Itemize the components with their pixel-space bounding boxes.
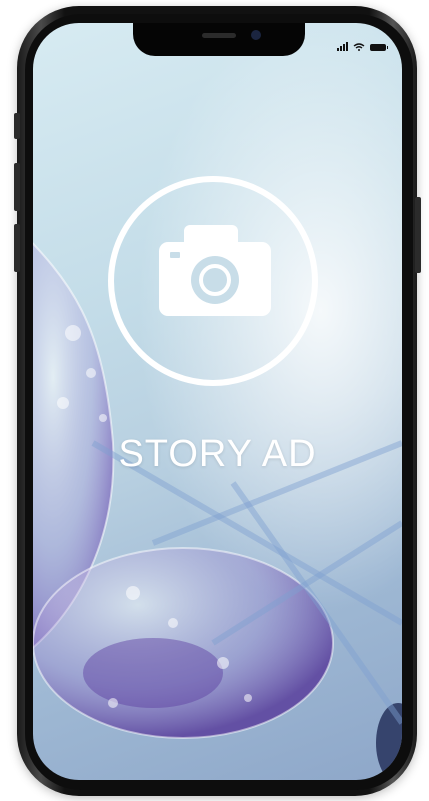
bubble-bottom-shadow xyxy=(83,638,223,708)
camera-icon xyxy=(108,176,318,386)
signal-icon xyxy=(337,42,348,51)
phone-notch xyxy=(133,23,305,56)
volume-down-button xyxy=(14,224,20,272)
wifi-icon xyxy=(353,43,365,51)
front-camera xyxy=(251,30,261,40)
camera-icon-lens xyxy=(199,264,231,296)
battery-icon xyxy=(370,44,388,51)
power-button xyxy=(415,197,421,273)
earpiece-speaker xyxy=(202,33,236,38)
silent-switch xyxy=(14,113,20,139)
ad-headline: STORY AD xyxy=(118,433,317,475)
status-bar xyxy=(337,42,388,51)
volume-up-button xyxy=(14,163,20,211)
bubbles-background xyxy=(33,242,402,780)
phone-screen: STORY AD xyxy=(33,23,402,780)
camera-icon-flash xyxy=(170,252,180,258)
